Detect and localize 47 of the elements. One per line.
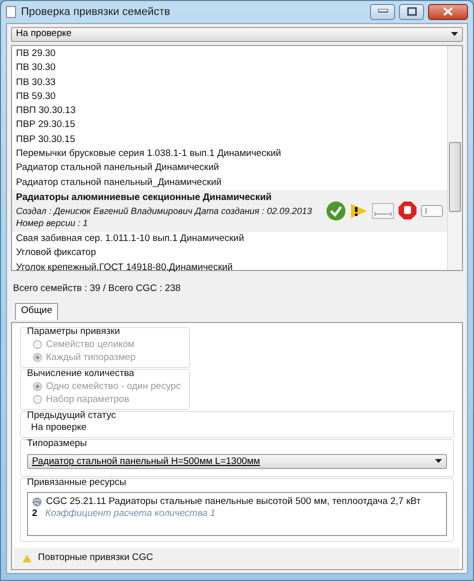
item-details: Создал : Денисюк Евгений Владимирович Дата создания : 02.09.2013 [16, 204, 313, 218]
maximize-icon [406, 6, 416, 16]
close-icon [443, 6, 453, 16]
list-item[interactable]: Уголок крепежный.ГОСТ 14918-80.Динамический [12, 260, 447, 275]
close-button[interactable] [428, 4, 468, 20]
list-item[interactable]: ПВР 29.30.15 [12, 118, 447, 133]
coefficient-text: Коэффициент расчета количества 1 [45, 508, 216, 520]
list-item[interactable]: ПВ 30.33 [12, 76, 447, 90]
maximize-button[interactable] [399, 4, 424, 20]
row-number: 2 [32, 508, 38, 520]
minimize-icon [378, 9, 388, 14]
caret-icon [451, 32, 458, 37]
group-title: Типоразмеры [27, 438, 88, 450]
list-item[interactable]: ПВР 30.30.15 [12, 132, 447, 148]
warning-icon [22, 554, 32, 562]
list-item[interactable]: ПВ 30.30 [12, 61, 447, 76]
caret-icon [435, 459, 442, 464]
scrollbar[interactable] [447, 46, 462, 270]
list-item[interactable]: Радиатор стальной панельный_Динамический [12, 176, 447, 190]
totals-text: Всего семейств : 39 / Всего CGC : 238 [13, 283, 181, 294]
group-title: Вычисление количества [27, 368, 136, 380]
list-item[interactable]: Радиатор стальной панельный Динамический [12, 161, 447, 176]
tab[interactable]: Общие [15, 303, 58, 320]
stop-icon[interactable] [398, 201, 417, 220]
group-title: Предыдущий статус [27, 410, 117, 422]
warning-icon[interactable] [350, 202, 368, 219]
list-item[interactable]: Угловой фиксатор [12, 246, 447, 261]
window-title: Проверка привязки семейств [21, 4, 172, 20]
text-field-icon[interactable] [421, 204, 443, 217]
item-details: Номер версии : 1 [16, 217, 89, 230]
group-title: Параметры привязки [27, 326, 121, 338]
warning-text: Повторные привязки CGC [38, 552, 154, 564]
item-title: Радиаторы алюминиевые секционные Динамический [16, 192, 273, 205]
app-icon [6, 6, 16, 18]
list-item[interactable]: Перемычки брусковые серия 1.038.1-1 вып.1 Динамический [12, 147, 447, 162]
status-dropdown[interactable]: На проверке [11, 27, 463, 42]
list-item[interactable]: ПВП 30.30.13 [12, 104, 447, 118]
size-dropdown[interactable]: Радиатор стальной панельный H=500мм L=1300мм [27, 454, 447, 470]
globe-icon [32, 497, 42, 508]
list-item[interactable]: Радиаторы алюминиевые секционные Динамический Создал : Денисюк Евгений Владимирович Дата создания : 02.09.2013 Номер версии : 1 [12, 190, 447, 232]
group-title: Привязанные ресурсы [27, 477, 128, 490]
list-item[interactable]: Свая забивная сер. 1.011.1-10 вып.1 Динамический [12, 232, 447, 246]
status-value: На проверке [30, 422, 88, 434]
list-item[interactable]: ПВ 59.30 [12, 90, 447, 104]
minimize-button[interactable] [370, 4, 395, 20]
resource-name: CGC 25.21.11 Радиаторы стальные панельные высотой 500 мм, теплоотдача 2,7 кВт [46, 496, 421, 508]
list-item[interactable]: ПВ 29.30 [12, 47, 447, 62]
